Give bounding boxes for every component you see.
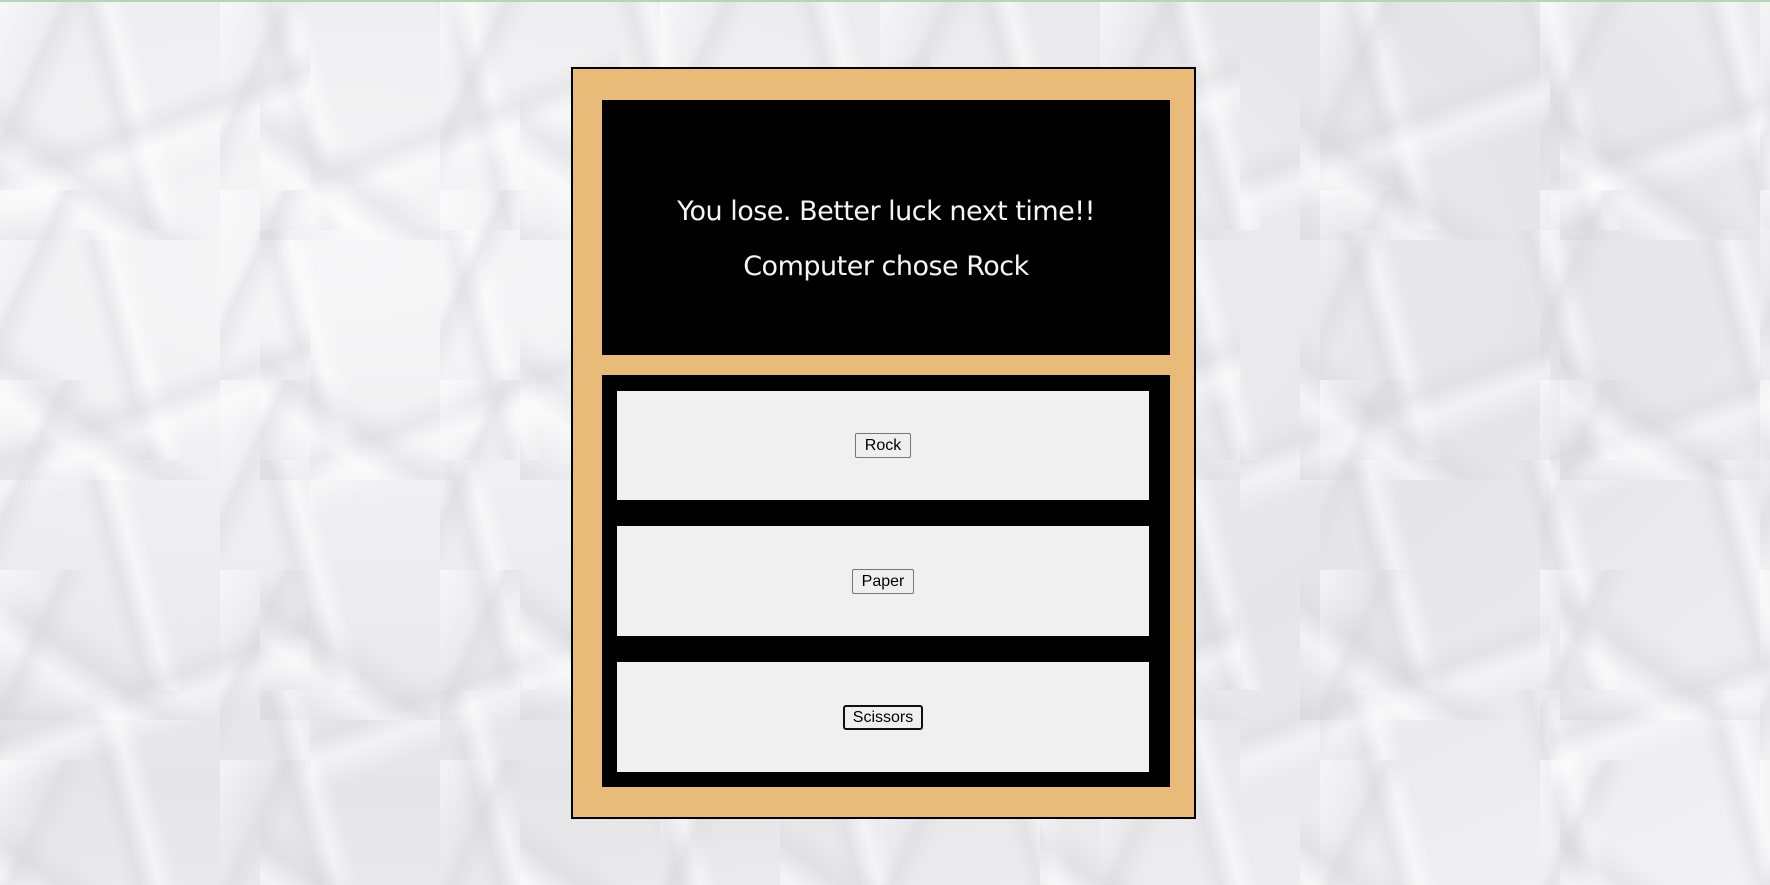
scissors-card: Scissors [617, 662, 1149, 772]
top-rule [0, 0, 1770, 2]
result-message: You lose. Better luck next time!! [677, 195, 1095, 227]
computer-choice: Computer chose Rock [743, 250, 1029, 282]
result-panel: You lose. Better luck next time!! Comput… [602, 100, 1170, 355]
paper-button[interactable]: Paper [851, 568, 915, 594]
scissors-button[interactable]: Scissors [842, 704, 924, 730]
choices-panel: Rock Paper Scissors [602, 375, 1170, 787]
game-frame: You lose. Better luck next time!! Comput… [571, 67, 1196, 819]
rock-button[interactable]: Rock [854, 433, 912, 458]
rock-card: Rock [617, 391, 1149, 500]
paper-card: Paper [617, 526, 1149, 636]
